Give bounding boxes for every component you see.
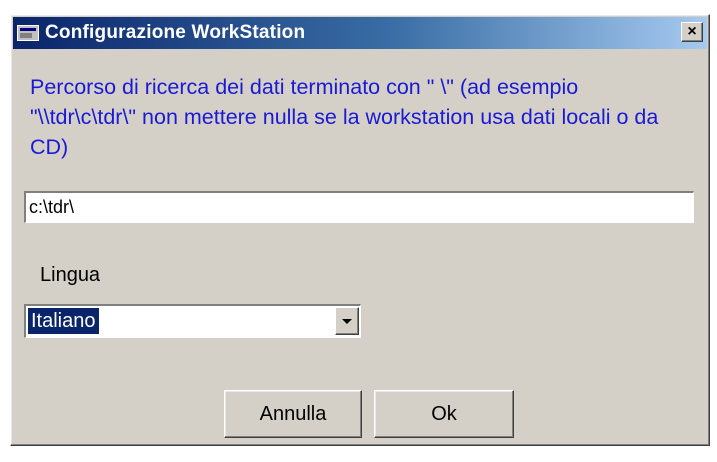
cancel-button[interactable]: Annulla — [224, 390, 362, 438]
app-window-icon — [17, 25, 39, 41]
language-select[interactable]: Italiano — [24, 304, 361, 338]
data-path-input[interactable] — [24, 191, 694, 223]
close-button[interactable]: × — [681, 22, 703, 42]
language-selected-value: Italiano — [28, 308, 99, 334]
ok-button[interactable]: Ok — [374, 390, 514, 438]
dialog-title: Configurazione WorkStation — [45, 22, 306, 43]
chevron-down-icon[interactable] — [335, 307, 359, 335]
language-label: Lingua — [40, 264, 101, 286]
title-bar[interactable]: Configurazione WorkStation × — [13, 17, 707, 49]
path-description: Percorso di ricerca dei dati terminato c… — [30, 75, 659, 159]
